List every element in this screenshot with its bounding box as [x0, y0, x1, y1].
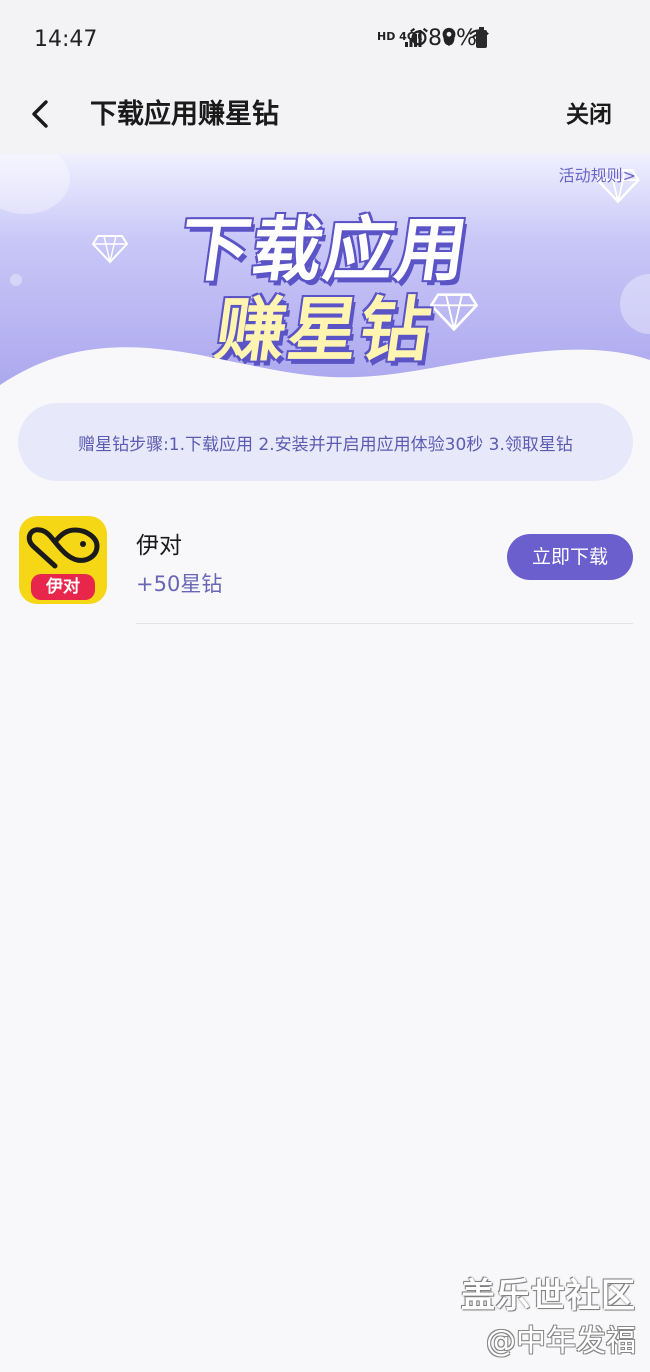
battery-icon [476, 27, 487, 48]
heart-fish-logo-icon [26, 527, 100, 569]
steps-info: 赠星钻步骤:1.下载应用 2.安装并开启用应用体验30秒 3.领取星钻 [18, 403, 633, 481]
list-item: 伊对 伊对 +50星钻 立即下载 [0, 500, 650, 624]
close-button[interactable]: 关闭 [566, 95, 612, 129]
signal-icon [405, 30, 422, 47]
banner-wave [0, 347, 650, 400]
download-button[interactable]: 立即下载 [507, 534, 633, 580]
status-time: 14:47 [34, 27, 98, 52]
app-name: 伊对 [136, 533, 182, 559]
battery-percent: 80% [428, 26, 477, 51]
page-title: 下载应用赚星钻 [90, 99, 279, 130]
back-arrow-icon[interactable] [22, 94, 62, 134]
steps-text: 赠星钻步骤:1.下载应用 2.安装并开启用应用体验30秒 3.领取星钻 [78, 434, 573, 455]
app-icon-label: 伊对 [31, 574, 95, 600]
watermark-author: @中年发福 [486, 1324, 636, 1359]
watermark-community: 盖乐世社区 [461, 1276, 636, 1316]
promo-banner: 活动规则> 下载应用 赚星钻 [0, 154, 650, 400]
divider [136, 623, 633, 624]
app-icon: 伊对 [19, 516, 107, 604]
status-bar: 14:47 HD 4G 80% [0, 0, 650, 76]
app-reward: +50星钻 [136, 572, 223, 596]
activity-rules-link[interactable]: 活动规则> [559, 162, 636, 186]
app-bar: 下载应用赚星钻 关闭 [0, 76, 650, 154]
